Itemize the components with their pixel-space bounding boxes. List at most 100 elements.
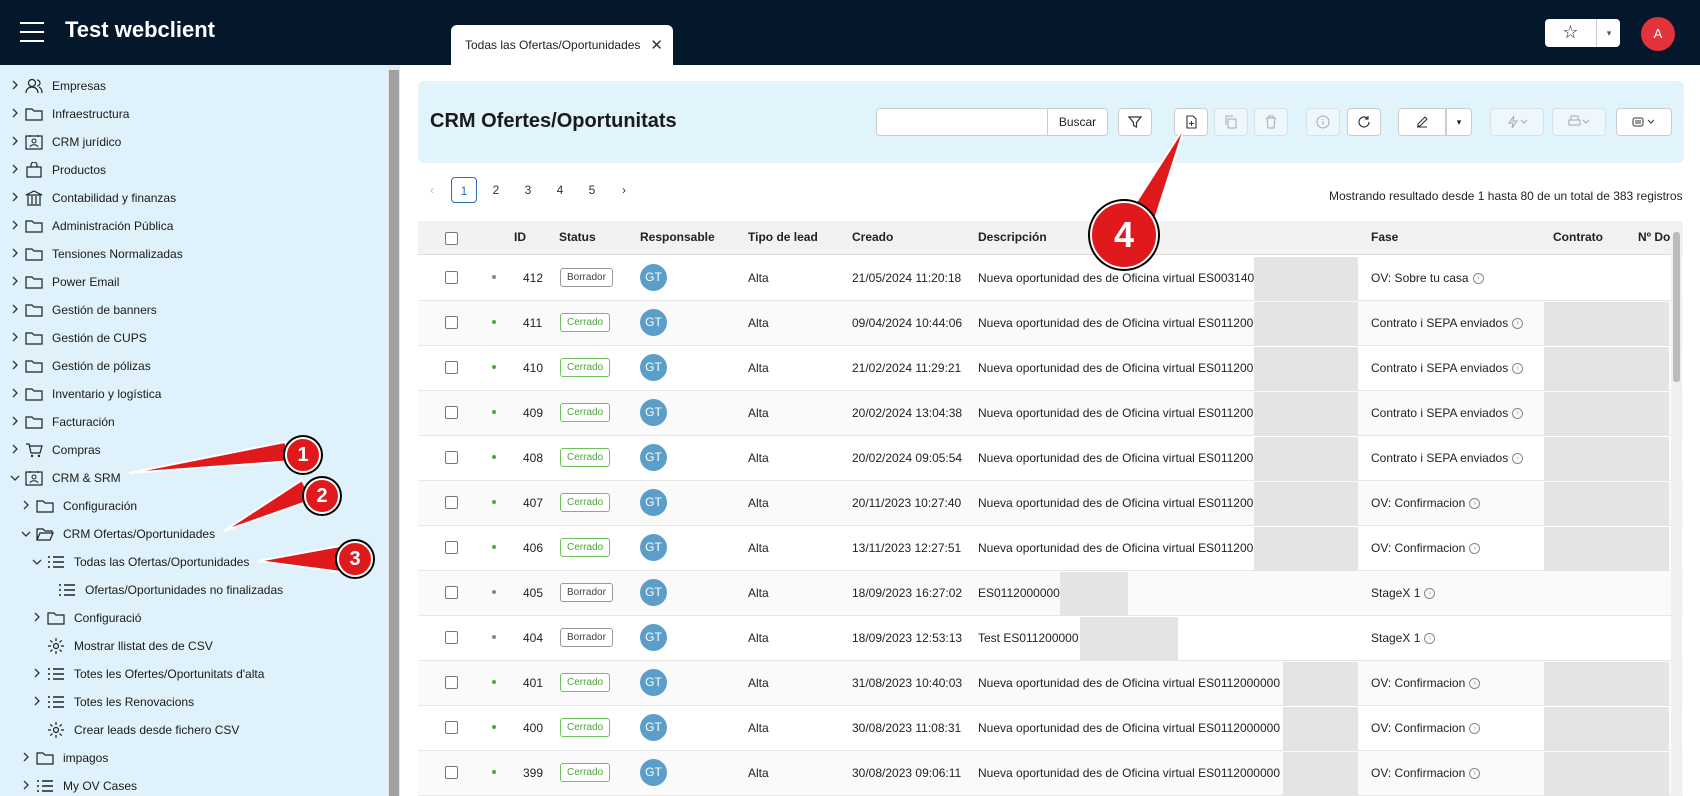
sidebar-item[interactable]: Ofertas/Oportunidades no finalizadas (41, 577, 283, 603)
row-checkbox[interactable] (445, 496, 458, 509)
chevron-circle-icon[interactable]: › (1512, 408, 1524, 420)
chevron-right-icon[interactable] (8, 79, 22, 93)
chevron-down-icon[interactable] (8, 471, 22, 485)
chevron-right-icon[interactable] (19, 499, 33, 513)
page-button[interactable]: 2 (483, 177, 509, 203)
row-checkbox[interactable] (445, 451, 458, 464)
sidebar-item[interactable]: Gestión de CUPS (8, 325, 147, 351)
sidebar-item[interactable]: Configuración (19, 493, 137, 519)
chevron-right-icon[interactable] (8, 331, 22, 345)
chevron-circle-icon[interactable]: › (1512, 318, 1524, 330)
chevron-right-icon[interactable] (8, 107, 22, 121)
row-checkbox[interactable] (445, 721, 458, 734)
sidebar-item[interactable]: Totes les Renovacions (30, 689, 194, 715)
chevron-right-icon[interactable] (30, 667, 44, 681)
sidebar-item[interactable]: Configuració (30, 605, 141, 631)
chevron-right-icon[interactable] (8, 303, 22, 317)
edit-button[interactable] (1398, 108, 1446, 136)
sidebar-item[interactable]: Mostrar llistat des de CSV (30, 633, 213, 659)
chevron-right-icon[interactable] (8, 219, 22, 233)
filter-button[interactable] (1118, 108, 1152, 136)
sidebar-item[interactable]: CRM & SRM (8, 465, 121, 491)
chevron-circle-icon[interactable]: › (1469, 543, 1481, 555)
close-icon[interactable]: ✕ (650, 36, 663, 54)
menu-icon[interactable] (20, 22, 44, 42)
chevron-right-icon[interactable] (8, 135, 22, 149)
chevron-right-icon[interactable] (8, 415, 22, 429)
sidebar-item[interactable]: Crear leads desde fichero CSV (30, 717, 239, 743)
column-header[interactable]: Nº Do (1638, 230, 1670, 244)
sidebar-item[interactable]: CRM jurídico (8, 129, 121, 155)
chevron-down-icon[interactable] (19, 527, 33, 541)
tab-todas-ofertas[interactable]: Todas las Ofertas/Oportunidades ✕ (451, 25, 673, 65)
chevron-down-icon[interactable]: ▾ (1598, 19, 1620, 47)
chevron-right-icon[interactable] (19, 751, 33, 765)
prev-page-button[interactable]: ‹ (419, 177, 445, 203)
chevron-down-icon[interactable] (30, 555, 44, 569)
chevron-right-icon[interactable] (30, 695, 44, 709)
column-header[interactable]: Contrato (1553, 230, 1603, 244)
view-options-button[interactable] (1616, 108, 1672, 136)
sidebar-item[interactable]: Infraestructura (8, 101, 129, 127)
chevron-right-icon[interactable] (8, 275, 22, 289)
row-checkbox[interactable] (445, 766, 458, 779)
info-button[interactable] (1306, 108, 1340, 136)
chevron-right-icon[interactable] (30, 611, 44, 625)
sidebar-item[interactable]: Administración Pública (8, 213, 173, 239)
chevron-right-icon[interactable] (8, 387, 22, 401)
column-header[interactable]: Fase (1371, 230, 1398, 244)
select-all-checkbox[interactable] (445, 232, 458, 245)
column-header[interactable]: Tipo de lead (748, 230, 818, 244)
actions-button[interactable] (1490, 108, 1544, 136)
star-icon[interactable]: ☆ (1545, 19, 1597, 47)
chevron-right-icon[interactable] (19, 779, 33, 793)
column-header[interactable]: Descripción (978, 230, 1047, 244)
sidebar-item[interactable]: Facturación (8, 409, 115, 435)
new-record-button[interactable] (1174, 108, 1208, 136)
chevron-circle-icon[interactable]: › (1424, 633, 1436, 645)
row-checkbox[interactable] (445, 361, 458, 374)
row-checkbox[interactable] (445, 271, 458, 284)
row-checkbox[interactable] (445, 406, 458, 419)
column-header[interactable]: Creado (852, 230, 893, 244)
user-avatar[interactable]: A (1641, 17, 1675, 51)
chevron-circle-icon[interactable]: › (1512, 453, 1524, 465)
sidebar-item[interactable]: Contabilidad y finanzas (8, 185, 176, 211)
chevron-circle-icon[interactable]: › (1469, 723, 1481, 735)
sidebar-item[interactable]: Todas las Ofertas/Oportunidades (30, 549, 249, 575)
row-checkbox[interactable] (445, 676, 458, 689)
print-button[interactable] (1552, 108, 1606, 136)
chevron-right-icon[interactable] (8, 443, 22, 457)
column-header[interactable]: Status (559, 230, 596, 244)
page-button[interactable]: 5 (579, 177, 605, 203)
row-checkbox[interactable] (445, 586, 458, 599)
delete-button[interactable] (1254, 108, 1288, 136)
sidebar-item[interactable]: Totes les Ofertes/Oportunitats d'alta (30, 661, 264, 687)
row-checkbox[interactable] (445, 541, 458, 554)
chevron-circle-icon[interactable]: › (1469, 768, 1481, 780)
search-button[interactable]: Buscar (1047, 108, 1108, 136)
sidebar-item[interactable]: My OV Cases (19, 773, 137, 796)
page-button[interactable]: 3 (515, 177, 541, 203)
row-checkbox[interactable] (445, 631, 458, 644)
copy-button[interactable] (1214, 108, 1248, 136)
sidebar-item[interactable]: Compras (8, 437, 101, 463)
sidebar-item[interactable]: Gestión de pólizas (8, 353, 151, 379)
search-input[interactable] (876, 108, 1048, 136)
chevron-circle-icon[interactable]: › (1472, 273, 1484, 285)
sidebar-item[interactable]: Gestión de banners (8, 297, 157, 323)
sidebar-scrollbar[interactable] (388, 65, 400, 796)
chevron-circle-icon[interactable]: › (1424, 588, 1436, 600)
chevron-right-icon[interactable] (8, 359, 22, 373)
sidebar-item[interactable]: Inventario y logística (8, 381, 161, 407)
edit-dropdown-chevron-icon[interactable]: ▾ (1446, 108, 1472, 136)
sidebar-item[interactable]: CRM Ofertas/Oportunidades (19, 521, 215, 547)
chevron-circle-icon[interactable]: › (1512, 363, 1524, 375)
column-header[interactable]: ID (514, 230, 526, 244)
chevron-right-icon[interactable] (8, 163, 22, 177)
page-button[interactable]: 1 (451, 177, 477, 203)
chevron-circle-icon[interactable]: › (1469, 498, 1481, 510)
sidebar-item[interactable]: Power Email (8, 269, 119, 295)
chevron-right-icon[interactable] (8, 247, 22, 261)
table-scrollbar[interactable] (1671, 230, 1682, 796)
